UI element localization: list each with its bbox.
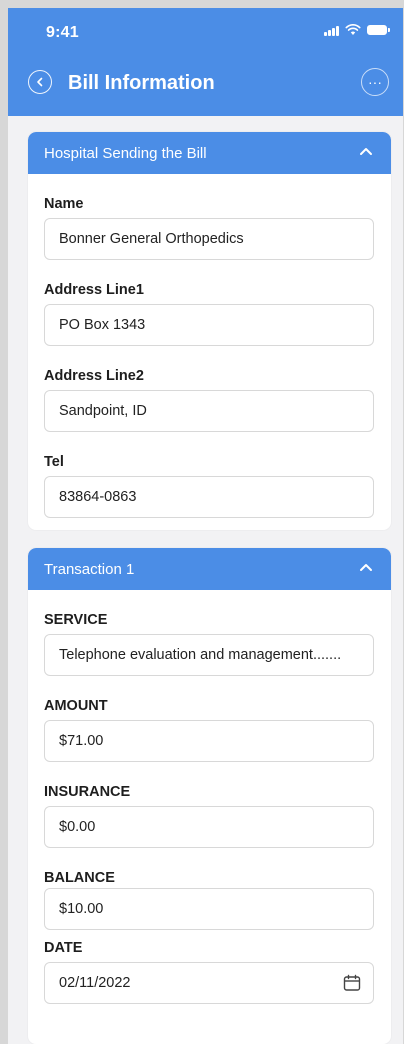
nav-bar: Bill Information ··· [8, 58, 403, 116]
amount-label: AMOUNT [44, 698, 108, 714]
date-value: 02/11/2022 [59, 975, 131, 991]
service-value: Telephone evaluation and management.....… [59, 647, 342, 663]
transaction-section-title: Transaction 1 [44, 561, 135, 578]
address-line2-field[interactable]: Sandpoint, ID [44, 390, 374, 432]
address-line1-label: Address Line1 [44, 282, 144, 298]
more-button[interactable]: ··· [361, 68, 389, 96]
service-field[interactable]: Telephone evaluation and management.....… [44, 634, 374, 676]
balance-value: $10.00 [59, 901, 104, 917]
date-label: DATE [44, 940, 83, 956]
transaction-section-header[interactable]: Transaction 1 [28, 548, 391, 590]
signal-icon [324, 24, 339, 36]
tel-value: 83864-0863 [59, 489, 137, 505]
battery-icon [367, 25, 390, 35]
address-line2-value: Sandpoint, ID [59, 403, 147, 419]
name-field[interactable]: Bonner General Orthopedics [44, 218, 374, 260]
page-title: Bill Information [68, 72, 215, 94]
wifi-icon [345, 24, 361, 35]
hospital-section-title: Hospital Sending the Bill [44, 145, 207, 162]
status-icons [324, 24, 390, 36]
balance-label: BALANCE [44, 870, 115, 886]
amount-value: $71.00 [59, 733, 104, 749]
hospital-card: Hospital Sending the Bill Name Bonner Ge… [28, 132, 391, 530]
status-bar: 9:41 [8, 8, 403, 58]
tel-field[interactable]: 83864-0863 [44, 476, 374, 518]
app-header: 9:41 Bill Information ··· [8, 8, 403, 116]
balance-field[interactable]: $10.00 [44, 888, 374, 930]
chevron-left-icon [37, 77, 43, 87]
amount-field[interactable]: $71.00 [44, 720, 374, 762]
chevron-up-icon[interactable] [357, 143, 375, 161]
back-button[interactable] [28, 70, 52, 94]
more-horizontal-icon: ··· [368, 74, 382, 90]
chevron-up-icon[interactable] [357, 559, 375, 577]
tel-label: Tel [44, 454, 64, 470]
transaction-card: Transaction 1 SERVICE Telephone evaluati… [28, 548, 391, 1044]
date-field[interactable]: 02/11/2022 [44, 962, 374, 1004]
service-label: SERVICE [44, 612, 108, 628]
name-label: Name [44, 196, 84, 212]
status-time: 9:41 [46, 24, 79, 41]
address-line1-field[interactable]: PO Box 1343 [44, 304, 374, 346]
phone-screen: 9:41 Bill Information ··· Hospital Sendi… [8, 8, 403, 1044]
insurance-value: $0.00 [59, 819, 96, 835]
calendar-icon[interactable] [343, 974, 361, 992]
insurance-field[interactable]: $0.00 [44, 806, 374, 848]
address-line2-label: Address Line2 [44, 368, 144, 384]
address-line1-value: PO Box 1343 [59, 317, 146, 333]
insurance-label: INSURANCE [44, 784, 131, 800]
name-value: Bonner General Orthopedics [59, 231, 244, 247]
hospital-section-header[interactable]: Hospital Sending the Bill [28, 132, 391, 174]
